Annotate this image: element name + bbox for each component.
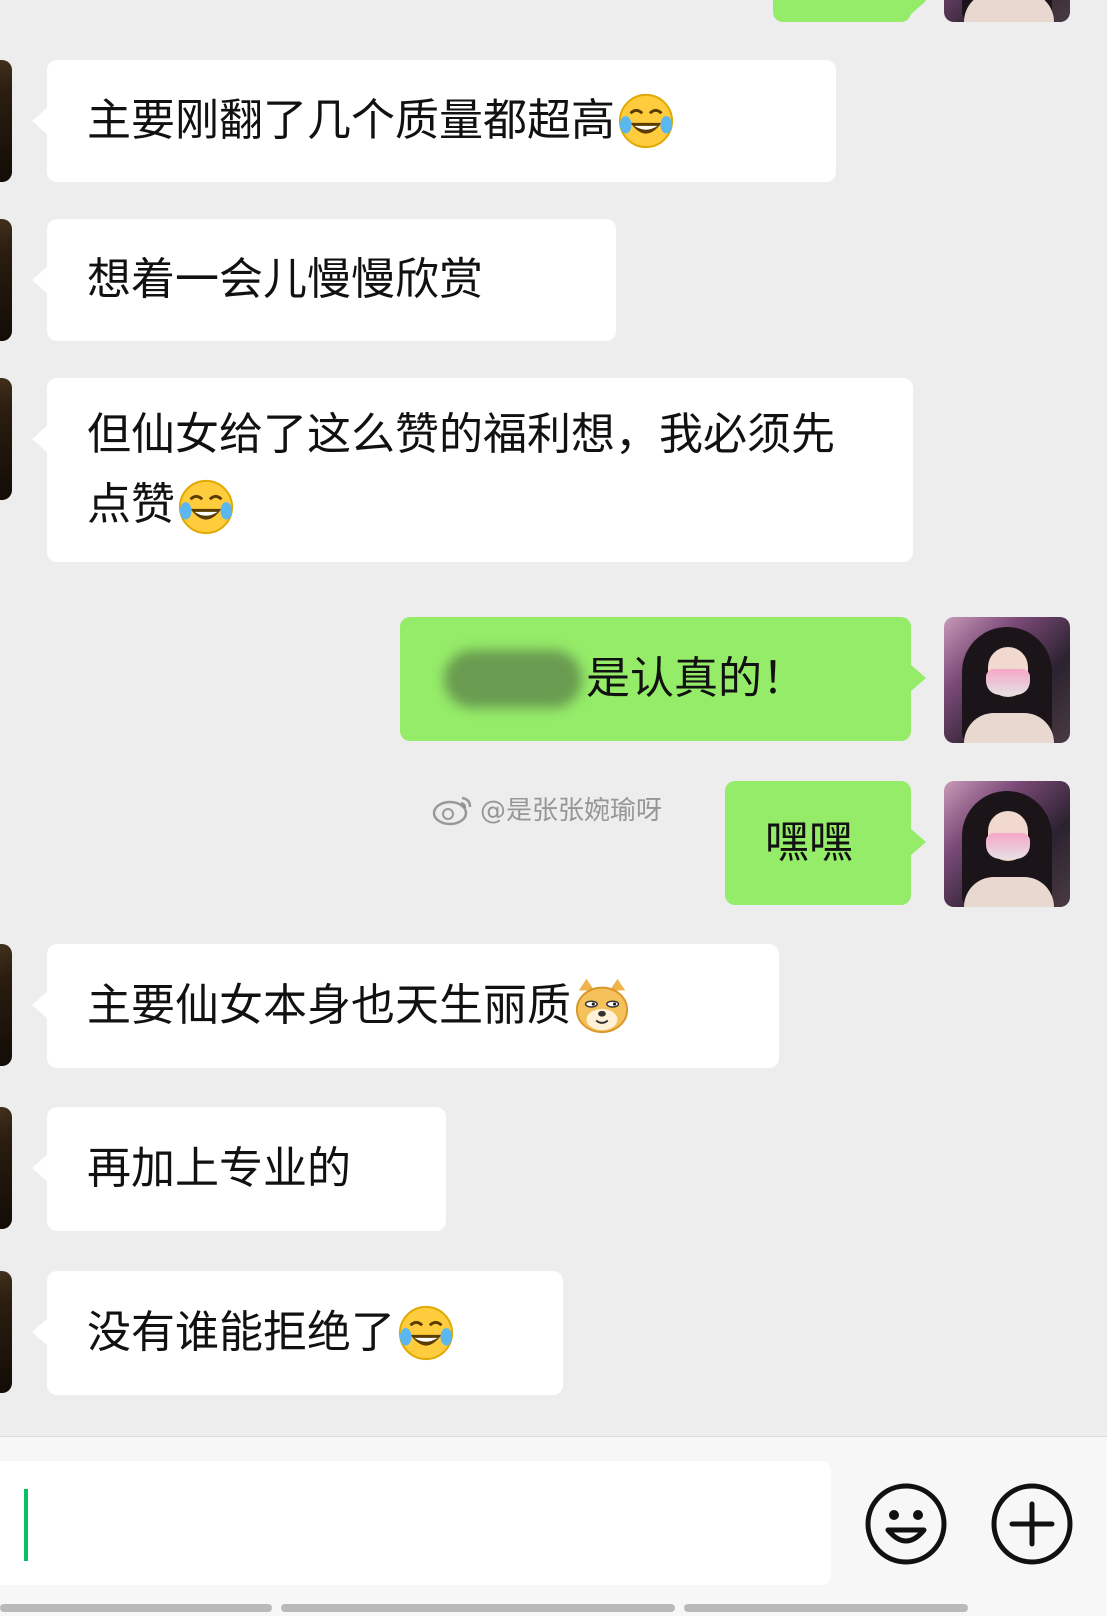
message-text: 没有谁能拒绝了 — [87, 1307, 395, 1358]
more-button[interactable] — [990, 1482, 1074, 1566]
my-avatar-cropped[interactable] — [944, 0, 1070, 22]
message-bubble-incoming[interactable]: 没有谁能拒绝了 — [32, 1271, 563, 1395]
blurred-redaction — [444, 650, 582, 708]
message-text: 是认真的！ — [586, 653, 806, 704]
message-text: 主要刚翻了几个质量都超高 — [87, 95, 615, 146]
contact-avatar[interactable] — [0, 944, 12, 1066]
my-avatar[interactable] — [944, 617, 1070, 743]
message-text: 嘿嘿 — [765, 817, 853, 868]
contact-avatar[interactable] — [0, 378, 12, 500]
contact-avatar[interactable] — [0, 219, 12, 341]
message-input[interactable] — [0, 1461, 831, 1585]
message-bubble-outgoing[interactable]: 嘿嘿 — [725, 781, 926, 905]
nav-indicator — [0, 1604, 272, 1612]
contact-avatar[interactable] — [0, 60, 12, 182]
chat-area[interactable]: 主要刚翻了几个质量都超高 想着一会儿慢慢欣赏 但仙女给了这么赞的福利想，我必须先… — [0, 0, 1107, 1436]
plus-icon — [991, 1483, 1073, 1565]
laugh-cry-emoji — [618, 93, 674, 149]
emoji-button[interactable] — [864, 1482, 948, 1566]
message-bubble-incoming[interactable]: 主要刚翻了几个质量都超高 — [32, 60, 836, 182]
message-text: 想着一会儿慢慢欣赏 — [87, 254, 483, 305]
input-bar — [0, 1436, 1107, 1616]
message-text: 但仙女给了这么赞的福利想，我必须先点赞 — [87, 400, 875, 540]
message-bubble-incoming[interactable]: 主要仙女本身也天生丽质 — [32, 944, 779, 1068]
watermark: @是张张婉瑜呀 — [432, 790, 662, 827]
message-text: 再加上专业的 — [87, 1143, 351, 1194]
contact-avatar[interactable] — [0, 1107, 12, 1229]
message-bubble-incoming[interactable]: 但仙女给了这么赞的福利想，我必须先点赞 — [32, 378, 913, 562]
smiley-icon — [865, 1483, 947, 1565]
text-caret — [24, 1489, 28, 1561]
contact-avatar[interactable] — [0, 1271, 12, 1393]
message-bubble-outgoing[interactable]: 是认真的！ — [400, 617, 926, 741]
nav-indicator — [684, 1604, 968, 1612]
message-bubble-incoming[interactable]: 想着一会儿慢慢欣赏 — [32, 219, 616, 341]
laugh-cry-emoji — [178, 479, 234, 535]
my-avatar[interactable] — [944, 781, 1070, 907]
nav-indicator — [281, 1604, 675, 1612]
weibo-icon — [432, 796, 472, 825]
doge-emoji — [575, 978, 629, 1034]
message-text: 主要仙女本身也天生丽质 — [87, 980, 571, 1031]
watermark-text: @是张张婉瑜呀 — [480, 796, 663, 826]
message-bubble-incoming[interactable]: 再加上专业的 — [32, 1107, 446, 1231]
message-bubble-outgoing-cropped[interactable] — [773, 0, 926, 22]
laugh-cry-emoji — [398, 1305, 454, 1361]
